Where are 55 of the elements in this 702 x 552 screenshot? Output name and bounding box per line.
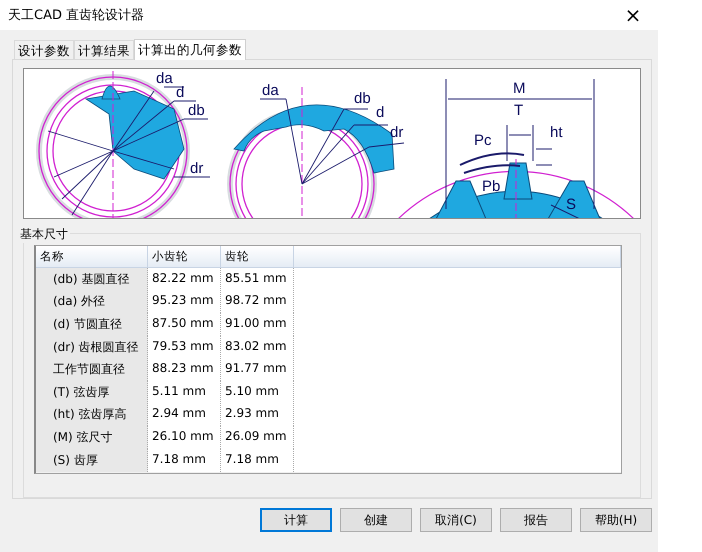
- window-title: 天工CAD 直齿轮设计器: [8, 7, 144, 24]
- table-cell: 85.51 mm: [221, 268, 294, 291]
- table-cell: 2.93 mm: [221, 403, 294, 426]
- table-cell: 82.22 mm: [148, 268, 221, 291]
- row-header: (T) 弦齿厚: [36, 380, 148, 404]
- table-cell: 5.11 mm: [148, 380, 221, 404]
- dimension-label: d: [376, 104, 384, 121]
- table-cell: 79.53 mm: [148, 336, 221, 359]
- dimension-label: dr: [190, 160, 204, 177]
- row-header: (M) 弦尺寸: [36, 426, 148, 450]
- row-header: (d) 节圆直径: [36, 313, 148, 336]
- table-cell: 2.94 mm: [148, 403, 221, 426]
- tab[interactable]: 计算出的几何参数: [134, 39, 246, 60]
- dimension-label: M: [513, 80, 526, 97]
- close-button[interactable]: ×: [618, 5, 648, 25]
- row-header: (db) 基圆直径: [36, 268, 148, 291]
- column-header[interactable]: 小齿轮: [148, 246, 221, 267]
- dimension-label: da: [156, 70, 173, 87]
- row-header: (ht) 弦齿厚高: [36, 403, 148, 426]
- column-header[interactable]: 名称: [36, 246, 148, 267]
- table-cell: 26.09 mm: [221, 426, 294, 450]
- table-cell: 91.77 mm: [221, 358, 294, 382]
- tab[interactable]: 设计参数: [14, 40, 74, 59]
- dialog-button[interactable]: 计算: [260, 508, 332, 532]
- row-header: (da) 外径: [36, 290, 148, 314]
- tab[interactable]: 计算结果: [74, 40, 134, 59]
- table-cell: 98.72 mm: [221, 290, 294, 314]
- dimension-label: ht: [550, 124, 563, 141]
- dimension-label: T: [514, 102, 524, 119]
- dimension-label: Pb: [482, 178, 500, 195]
- dimension-label: da: [262, 82, 279, 99]
- table-cell: 88.23 mm: [148, 358, 221, 382]
- dimension-label: Pc: [474, 132, 492, 149]
- table-cell: 87.50 mm: [148, 313, 221, 336]
- dialog-button[interactable]: 帮助(H): [580, 508, 652, 532]
- dimension-label: S: [566, 196, 576, 213]
- dimension-label: db: [188, 102, 205, 119]
- column-header[interactable]: 齿轮: [221, 246, 294, 267]
- dimension-label: d: [176, 84, 184, 101]
- table-cell: 7.18 mm: [148, 448, 221, 472]
- row-header: (dr) 齿根圆直径: [36, 336, 148, 359]
- dialog-button[interactable]: 创建: [340, 508, 412, 532]
- dialog-button[interactable]: 取消(C): [420, 508, 492, 532]
- table-cell: 7.18 mm: [221, 448, 294, 472]
- table-cell: 83.02 mm: [221, 336, 294, 359]
- group-title: 基本尺寸: [18, 226, 70, 243]
- dialog-button[interactable]: 报告: [500, 508, 572, 532]
- dimension-label: db: [354, 90, 371, 107]
- row-header: (S) 齿厚: [36, 448, 148, 472]
- table-cell: 95.23 mm: [148, 290, 221, 314]
- table-cell: 26.10 mm: [148, 426, 221, 450]
- row-header: 工作节圆直径: [36, 358, 148, 382]
- table-cell: 91.00 mm: [221, 313, 294, 336]
- dimension-label: dr: [390, 124, 404, 141]
- table-cell: 5.10 mm: [221, 380, 294, 404]
